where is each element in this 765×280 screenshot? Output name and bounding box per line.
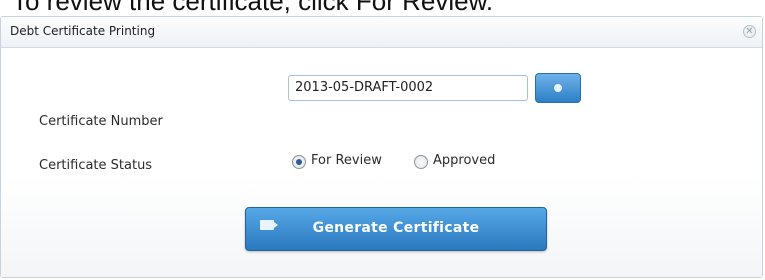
certificate-number-label: Certificate Number [39,114,163,129]
generate-certificate-label: Generate Certificate [312,220,480,236]
instruction-caption: To review the certificate, click For Rev… [12,0,494,16]
dialog-body: Certificate Number 2013-05-DRAFT-0002 Ce… [1,48,762,277]
dialog-title: Debt Certificate Printing [10,24,156,38]
search-button[interactable] [535,73,581,103]
generate-certificate-button[interactable]: Generate Certificate [245,207,547,251]
for-review-label: For Review [311,153,382,168]
close-icon[interactable]: ✕ [743,25,756,38]
debt-certificate-dialog: Debt Certificate Printing ✕ Certificate … [0,16,763,278]
approved-radio[interactable] [414,155,428,169]
search-icon [554,84,562,92]
certificate-status-label: Certificate Status [39,158,153,173]
dialog-titlebar: Debt Certificate Printing ✕ [1,17,762,48]
for-review-radio[interactable] [292,155,306,169]
approved-label: Approved [433,153,496,168]
certificate-number-input[interactable]: 2013-05-DRAFT-0002 [288,75,528,101]
